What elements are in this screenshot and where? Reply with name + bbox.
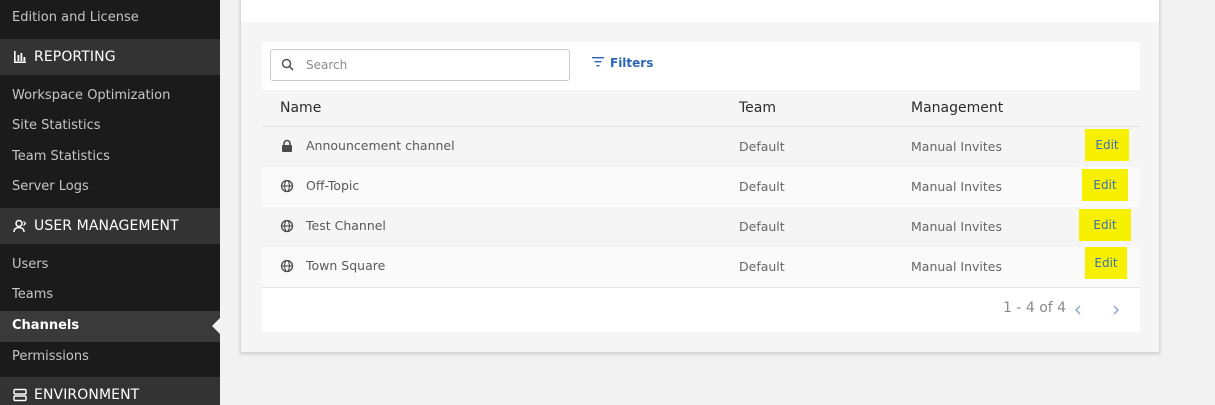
sidebar-section-title: REPORTING [34,49,116,65]
channel-management: Manual Invites [911,219,1002,234]
user-icon [12,218,28,234]
card-header-area [241,0,1159,22]
sidebar-section-title: USER MANAGEMENT [34,218,179,234]
sidebar-section-reporting: REPORTING [0,39,220,75]
globe-icon [280,179,294,193]
channels-toolbar: Filters [262,42,1140,90]
channel-name: Test Channel [306,218,386,233]
channel-management: Manual Invites [911,139,1002,154]
globe-icon [280,259,294,273]
admin-sidebar: Edition and License REPORTING Workspace … [0,0,220,405]
filters-button[interactable]: Filters [592,56,653,70]
column-header-management[interactable]: Management [911,100,1003,116]
server-icon [12,387,28,403]
sidebar-section-user-management: USER MANAGEMENT [0,208,220,244]
channel-team: Default [739,139,785,154]
edit-button[interactable]: Edit [1085,129,1129,161]
column-header-team[interactable]: Team [739,100,776,116]
chevron-left-icon[interactable] [1070,300,1086,320]
pagination-text: 1 - 4 of 4 [1003,300,1067,316]
table-row[interactable]: Town Square Default Manual Invites Edit [262,247,1140,287]
channel-name-cell: Town Square [280,258,385,273]
channel-name: Announcement channel [306,138,455,153]
sidebar-item-users[interactable]: Users [12,256,48,274]
sidebar-item-workspace-optimization[interactable]: Workspace Optimization [12,87,170,105]
edit-button[interactable]: Edit [1079,209,1131,241]
table-row[interactable]: Announcement channel Default Manual Invi… [262,127,1140,167]
sidebar-item-channels[interactable]: Channels [12,317,79,335]
channel-name: Town Square [306,258,386,273]
bar-chart-icon [12,49,28,65]
sidebar-item-team-statistics[interactable]: Team Statistics [12,148,110,166]
sidebar-section-environment: ENVIRONMENT [0,377,220,405]
channel-management: Manual Invites [911,259,1002,274]
channel-team: Default [739,259,785,274]
edit-button[interactable]: Edit [1085,247,1127,279]
globe-icon [280,219,294,233]
sidebar-item-site-statistics[interactable]: Site Statistics [12,117,101,135]
filters-label: Filters [610,56,654,70]
pagination-bar: 1 - 4 of 4 [262,287,1140,332]
lock-icon [280,139,294,153]
channels-card: Filters Name Team Management Announcemen… [240,0,1160,353]
channel-name-cell: Announcement channel [280,138,455,153]
channel-team: Default [739,219,785,234]
search-input[interactable] [306,58,546,72]
sidebar-item-edition-and-license[interactable]: Edition and License [12,9,139,27]
table-row[interactable]: Off-Topic Default Manual Invites Edit [262,167,1140,207]
filter-icon [592,56,610,70]
table-row[interactable]: Test Channel Default Manual Invites Edit [262,207,1140,247]
channel-name-cell: Test Channel [280,218,386,233]
channel-name-cell: Off-Topic [280,178,359,193]
channels-table: Name Team Management Announcement channe… [262,90,1140,287]
column-header-name[interactable]: Name [280,100,321,116]
channel-team: Default [739,179,785,194]
search-icon [281,56,294,75]
sidebar-item-server-logs[interactable]: Server Logs [12,178,89,196]
sidebar-item-teams[interactable]: Teams [12,286,53,304]
active-indicator-arrow [212,318,220,334]
chevron-right-icon[interactable] [1108,300,1124,320]
sidebar-section-title: ENVIRONMENT [34,387,140,403]
sidebar-item-permissions[interactable]: Permissions [12,348,89,366]
channel-name: Off-Topic [306,178,360,193]
search-box[interactable] [270,49,570,81]
channel-management: Manual Invites [911,179,1002,194]
table-header: Name Team Management [262,90,1140,127]
edit-button[interactable]: Edit [1082,169,1128,201]
